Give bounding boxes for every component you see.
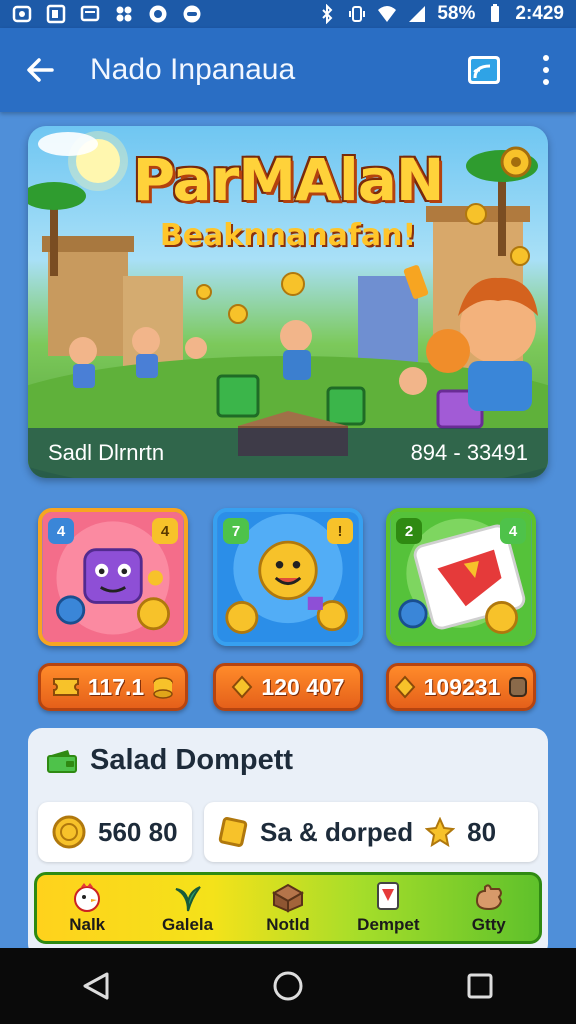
back-triangle-icon[interactable] <box>76 966 116 1006</box>
vibrate-icon <box>347 4 367 24</box>
tile-2-level-badge: 7 <box>223 518 249 544</box>
coin-stack-icon <box>153 677 173 699</box>
message-icon <box>80 4 100 24</box>
coin-balance-chip[interactable]: 560 80 <box>38 802 192 862</box>
banner-footer-label: Sadl Dlrnrtn <box>48 440 165 465</box>
bluetooth-icon <box>317 4 337 24</box>
banner-title: ParMAlaN <box>132 146 445 214</box>
game-nav-strip: Nalk Galela Notld Dempet Gtty <box>34 872 542 944</box>
battery-icon <box>485 4 505 24</box>
gem-icon <box>394 675 415 699</box>
nav-label: Nalk <box>69 915 106 934</box>
banner-footer-value: 894 - 33491 <box>410 440 528 465</box>
nav-item-dempet[interactable]: Dempet <box>343 881 433 935</box>
nav-label: Gtty <box>471 915 506 934</box>
nav-label: Notld <box>266 915 310 934</box>
gold-bar-icon <box>218 817 248 847</box>
tile-2-price-button[interactable]: 120 407 <box>213 663 363 711</box>
back-arrow-icon[interactable] <box>20 50 60 90</box>
tile-1-level-badge: 4 <box>48 518 74 544</box>
tile-1-price: 117.1 <box>87 673 145 700</box>
signal-icon <box>407 4 427 24</box>
plant-icon <box>175 886 201 912</box>
nav-item-galela[interactable]: Galela <box>143 881 233 935</box>
nav-label: Galela <box>162 915 214 934</box>
status-bar: 58% 2:429 <box>0 0 576 28</box>
tile-3-rank-badge: 4 <box>500 518 526 544</box>
tile-1-rank-badge: 4 <box>152 518 178 544</box>
hand-icon <box>475 884 502 911</box>
wifi-icon <box>377 4 397 24</box>
battery-percent: 58% <box>437 3 476 24</box>
sync-icon <box>148 4 168 24</box>
nav-item-gtty[interactable]: Gtty <box>444 881 534 935</box>
game-icon <box>114 4 134 24</box>
more-options-icon[interactable] <box>536 52 556 88</box>
home-circle-icon[interactable] <box>268 966 308 1006</box>
tile-3-price-button[interactable]: 109231 <box>386 663 536 711</box>
circle-icon <box>182 4 202 24</box>
coin-balance: 560 80 <box>98 816 178 847</box>
chest-icon <box>271 883 304 913</box>
gem-icon <box>232 675 253 699</box>
reward-chip[interactable]: Sa & dorped 80 <box>204 802 538 862</box>
star-icon <box>425 817 456 847</box>
app-bar: Nado Inpanaua <box>0 28 576 112</box>
panel-title: Salad Dompett <box>90 744 294 776</box>
notification-icon <box>12 4 32 24</box>
wallet-icon <box>47 749 77 773</box>
ticket-icon <box>52 678 79 696</box>
chicken-icon <box>74 883 101 912</box>
system-navigation-bar <box>0 948 576 1024</box>
cast-icon[interactable] <box>466 52 502 88</box>
tile-3-level-badge: 2 <box>396 518 422 544</box>
wallet-panel: Salad Dompett 560 80 Sa & dorped 80 Nalk… <box>28 728 548 958</box>
reward-label: Sa & dorped <box>260 816 414 847</box>
game-tile-2[interactable]: 7 ! <box>213 508 363 646</box>
tile-3-price: 109231 <box>423 673 501 700</box>
panel-header: Salad Dompett <box>46 744 293 777</box>
nav-item-nalk[interactable]: Nalk <box>42 881 132 935</box>
featured-banner[interactable]: ParMAlaN Beaknnanafan! Sadl Dlrnrtn 894 … <box>28 126 548 478</box>
tile-2-alert-badge: ! <box>327 518 353 544</box>
clock: 2:429 <box>515 3 564 24</box>
banner-footer: Sadl Dlrnrtn 894 - 33491 <box>28 428 548 478</box>
recents-square-icon[interactable] <box>460 966 500 1006</box>
tile-2-price: 120 407 <box>261 673 345 700</box>
nav-item-notld[interactable]: Notld <box>243 881 333 935</box>
coin-icon <box>52 815 86 849</box>
game-tile-3[interactable]: 2 4 <box>386 508 536 646</box>
reward-value: 80 <box>467 816 497 847</box>
barrel-icon <box>509 677 528 697</box>
tile-1-price-button[interactable]: 117.1 <box>38 663 188 711</box>
banner-subtitle: Beaknnanafan! <box>159 218 417 253</box>
page-title: Nado Inpanaua <box>90 53 296 86</box>
nav-label: Dempet <box>357 915 420 934</box>
card-icon <box>377 882 400 910</box>
photo-icon <box>46 4 66 24</box>
game-tile-1[interactable]: 4 4 <box>38 508 188 646</box>
